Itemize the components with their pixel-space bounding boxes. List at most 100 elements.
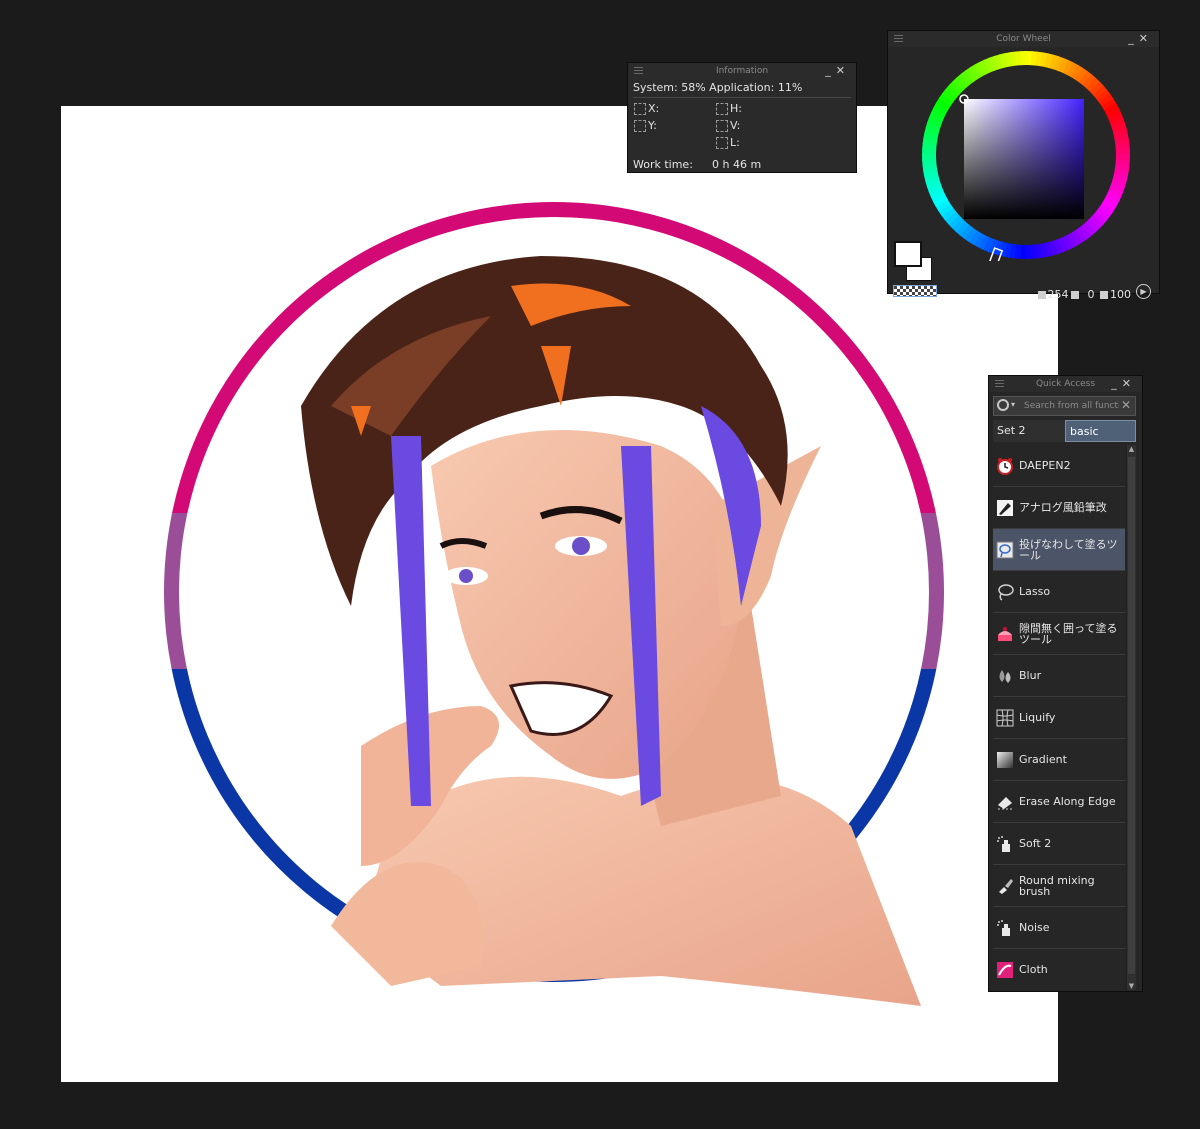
value-b: 0 bbox=[1087, 288, 1095, 301]
list-item[interactable]: 隙間無く囲って塗るツール bbox=[993, 613, 1125, 655]
list-item[interactable]: Erase Along Edge bbox=[993, 781, 1125, 823]
brush-icon bbox=[996, 877, 1014, 895]
saturation-value-square[interactable] bbox=[964, 99, 1084, 219]
color-wheel-titlebar[interactable]: Color Wheel _✕ bbox=[888, 31, 1159, 47]
main-color-swatch[interactable] bbox=[894, 241, 922, 267]
y-coord-icon bbox=[634, 120, 646, 132]
quick-access-body: ▾ ✕ Set 2 basic DAEPEN2 アナログ風鉛筆改 bbox=[989, 392, 1142, 991]
minimize-icon[interactable]: _ bbox=[1111, 377, 1122, 390]
value-mode-icon[interactable] bbox=[1100, 291, 1108, 299]
airbrush-icon bbox=[996, 919, 1014, 937]
pen-nib-icon bbox=[996, 499, 1014, 517]
item-label: Cloth bbox=[1019, 963, 1048, 976]
information-palette: Information _✕ System: 58% Application: … bbox=[627, 62, 857, 173]
color-values: 254 0 100 bbox=[1036, 288, 1131, 301]
window-buttons[interactable]: _✕ bbox=[825, 63, 850, 79]
item-label: Noise bbox=[1019, 921, 1050, 934]
item-label: アナログ風鉛筆改 bbox=[1019, 501, 1107, 514]
value-c: 100 bbox=[1110, 288, 1131, 301]
menu-grip-icon[interactable] bbox=[995, 380, 1004, 388]
list-item[interactable]: Blur bbox=[993, 655, 1125, 697]
window-buttons[interactable]: _✕ bbox=[1128, 31, 1153, 47]
worktime-value: 0 h 46 m bbox=[712, 158, 762, 171]
list-item[interactable]: Round mixing brush bbox=[993, 865, 1125, 907]
tab-set-2[interactable]: Set 2 bbox=[993, 420, 1065, 442]
eraser-icon bbox=[996, 793, 1014, 811]
airbrush-icon bbox=[996, 835, 1014, 853]
chevron-down-icon[interactable]: ▾ bbox=[1011, 400, 1015, 409]
divider bbox=[633, 97, 851, 98]
menu-grip-icon[interactable] bbox=[894, 35, 903, 43]
list-item[interactable]: 投げなわして塗るツール bbox=[993, 529, 1125, 571]
worktime-label: Work time: bbox=[633, 158, 693, 171]
item-label: Round mixing brush bbox=[1019, 873, 1095, 898]
color-wheel-palette: Color Wheel _✕ 254 0 100 ▶ bbox=[887, 30, 1160, 301]
list-item[interactable]: Noise bbox=[993, 907, 1125, 949]
value-a: 254 bbox=[1047, 288, 1069, 301]
search-box[interactable]: ▾ ✕ bbox=[993, 396, 1136, 416]
grid-icon bbox=[996, 709, 1014, 727]
item-label: 隙間無く囲って塗るツール bbox=[1019, 621, 1118, 646]
item-label: Blur bbox=[1019, 669, 1042, 682]
color-wheel-body: 254 0 100 ▶ bbox=[888, 47, 1159, 301]
alarm-clock-icon bbox=[996, 457, 1014, 475]
list-item[interactable]: Cloth bbox=[993, 949, 1125, 990]
h-label: H: bbox=[730, 102, 742, 115]
lasso-fill-icon bbox=[996, 541, 1014, 559]
quick-access-titlebar[interactable]: Quick Access _✕ bbox=[989, 376, 1142, 392]
clear-icon[interactable]: ✕ bbox=[1121, 398, 1131, 412]
list-item[interactable]: Liquify bbox=[993, 697, 1125, 739]
item-label: Gradient bbox=[1019, 753, 1067, 766]
x-coord-icon bbox=[634, 103, 646, 115]
scroll-up-icon[interactable]: ▲ bbox=[1127, 445, 1136, 453]
quick-access-list: DAEPEN2 アナログ風鉛筆改 投げなわして塗るツール Lasso 隙間無く囲… bbox=[993, 445, 1125, 990]
menu-grip-icon[interactable] bbox=[634, 67, 643, 75]
lasso-icon bbox=[996, 583, 1014, 601]
play-icon[interactable]: ▶ bbox=[1136, 284, 1151, 299]
information-title: Information bbox=[715, 66, 769, 76]
hue-mode-icon[interactable] bbox=[1037, 291, 1046, 299]
h-size-icon bbox=[716, 103, 728, 115]
item-label: 投げなわして塗るツール bbox=[1019, 537, 1118, 562]
scrollbar[interactable]: ▲ ▼ bbox=[1126, 445, 1136, 990]
minimize-icon[interactable]: _ bbox=[1128, 32, 1139, 45]
close-icon[interactable]: ✕ bbox=[836, 64, 850, 77]
v-size-icon bbox=[716, 120, 728, 132]
list-item[interactable]: Lasso bbox=[993, 571, 1125, 613]
search-icon[interactable] bbox=[997, 399, 1009, 411]
drops-icon bbox=[996, 667, 1014, 685]
scrollbar-thumb[interactable] bbox=[1128, 457, 1135, 974]
close-icon[interactable]: ✕ bbox=[1139, 32, 1153, 45]
item-label: Soft 2 bbox=[1019, 837, 1052, 850]
item-label: Erase Along Edge bbox=[1019, 795, 1116, 808]
system-usage: System: 58% Application: 11% bbox=[633, 81, 803, 94]
gradient-icon bbox=[996, 751, 1014, 769]
x-label: X: bbox=[648, 102, 660, 115]
set-tabs: Set 2 basic bbox=[993, 420, 1136, 442]
y-label: Y: bbox=[648, 119, 657, 132]
item-label: Lasso bbox=[1019, 585, 1051, 598]
hue-ring[interactable] bbox=[920, 49, 1132, 261]
item-label: DAEPEN2 bbox=[1019, 459, 1071, 472]
scroll-down-icon[interactable]: ▼ bbox=[1127, 982, 1136, 990]
list-item[interactable]: アナログ風鉛筆改 bbox=[993, 487, 1125, 529]
close-icon[interactable]: ✕ bbox=[1122, 377, 1136, 390]
quick-access-palette: Quick Access _✕ ▾ ✕ Set 2 basic DAEPEN2 bbox=[988, 375, 1143, 992]
saturation-mode-icon[interactable] bbox=[1070, 291, 1079, 299]
quick-access-title: Quick Access bbox=[1035, 379, 1096, 389]
information-titlebar[interactable]: Information _✕ bbox=[628, 63, 856, 79]
list-item[interactable]: Soft 2 bbox=[993, 823, 1125, 865]
window-buttons[interactable]: _✕ bbox=[1111, 376, 1136, 392]
transparent-color-swatch[interactable] bbox=[893, 285, 937, 297]
l-label: L: bbox=[730, 136, 740, 149]
information-body: System: 58% Application: 11% X: Y: H: V:… bbox=[628, 79, 856, 172]
minimize-icon[interactable]: _ bbox=[825, 64, 836, 77]
cloth-icon bbox=[996, 961, 1014, 979]
cake-icon bbox=[996, 625, 1014, 643]
search-input[interactable] bbox=[1024, 399, 1119, 413]
list-item[interactable]: DAEPEN2 bbox=[993, 445, 1125, 487]
color-wheel-title: Color Wheel bbox=[996, 34, 1051, 44]
item-label: Liquify bbox=[1019, 711, 1056, 724]
list-item[interactable]: Gradient bbox=[993, 739, 1125, 781]
tab-basic[interactable]: basic bbox=[1065, 420, 1136, 442]
